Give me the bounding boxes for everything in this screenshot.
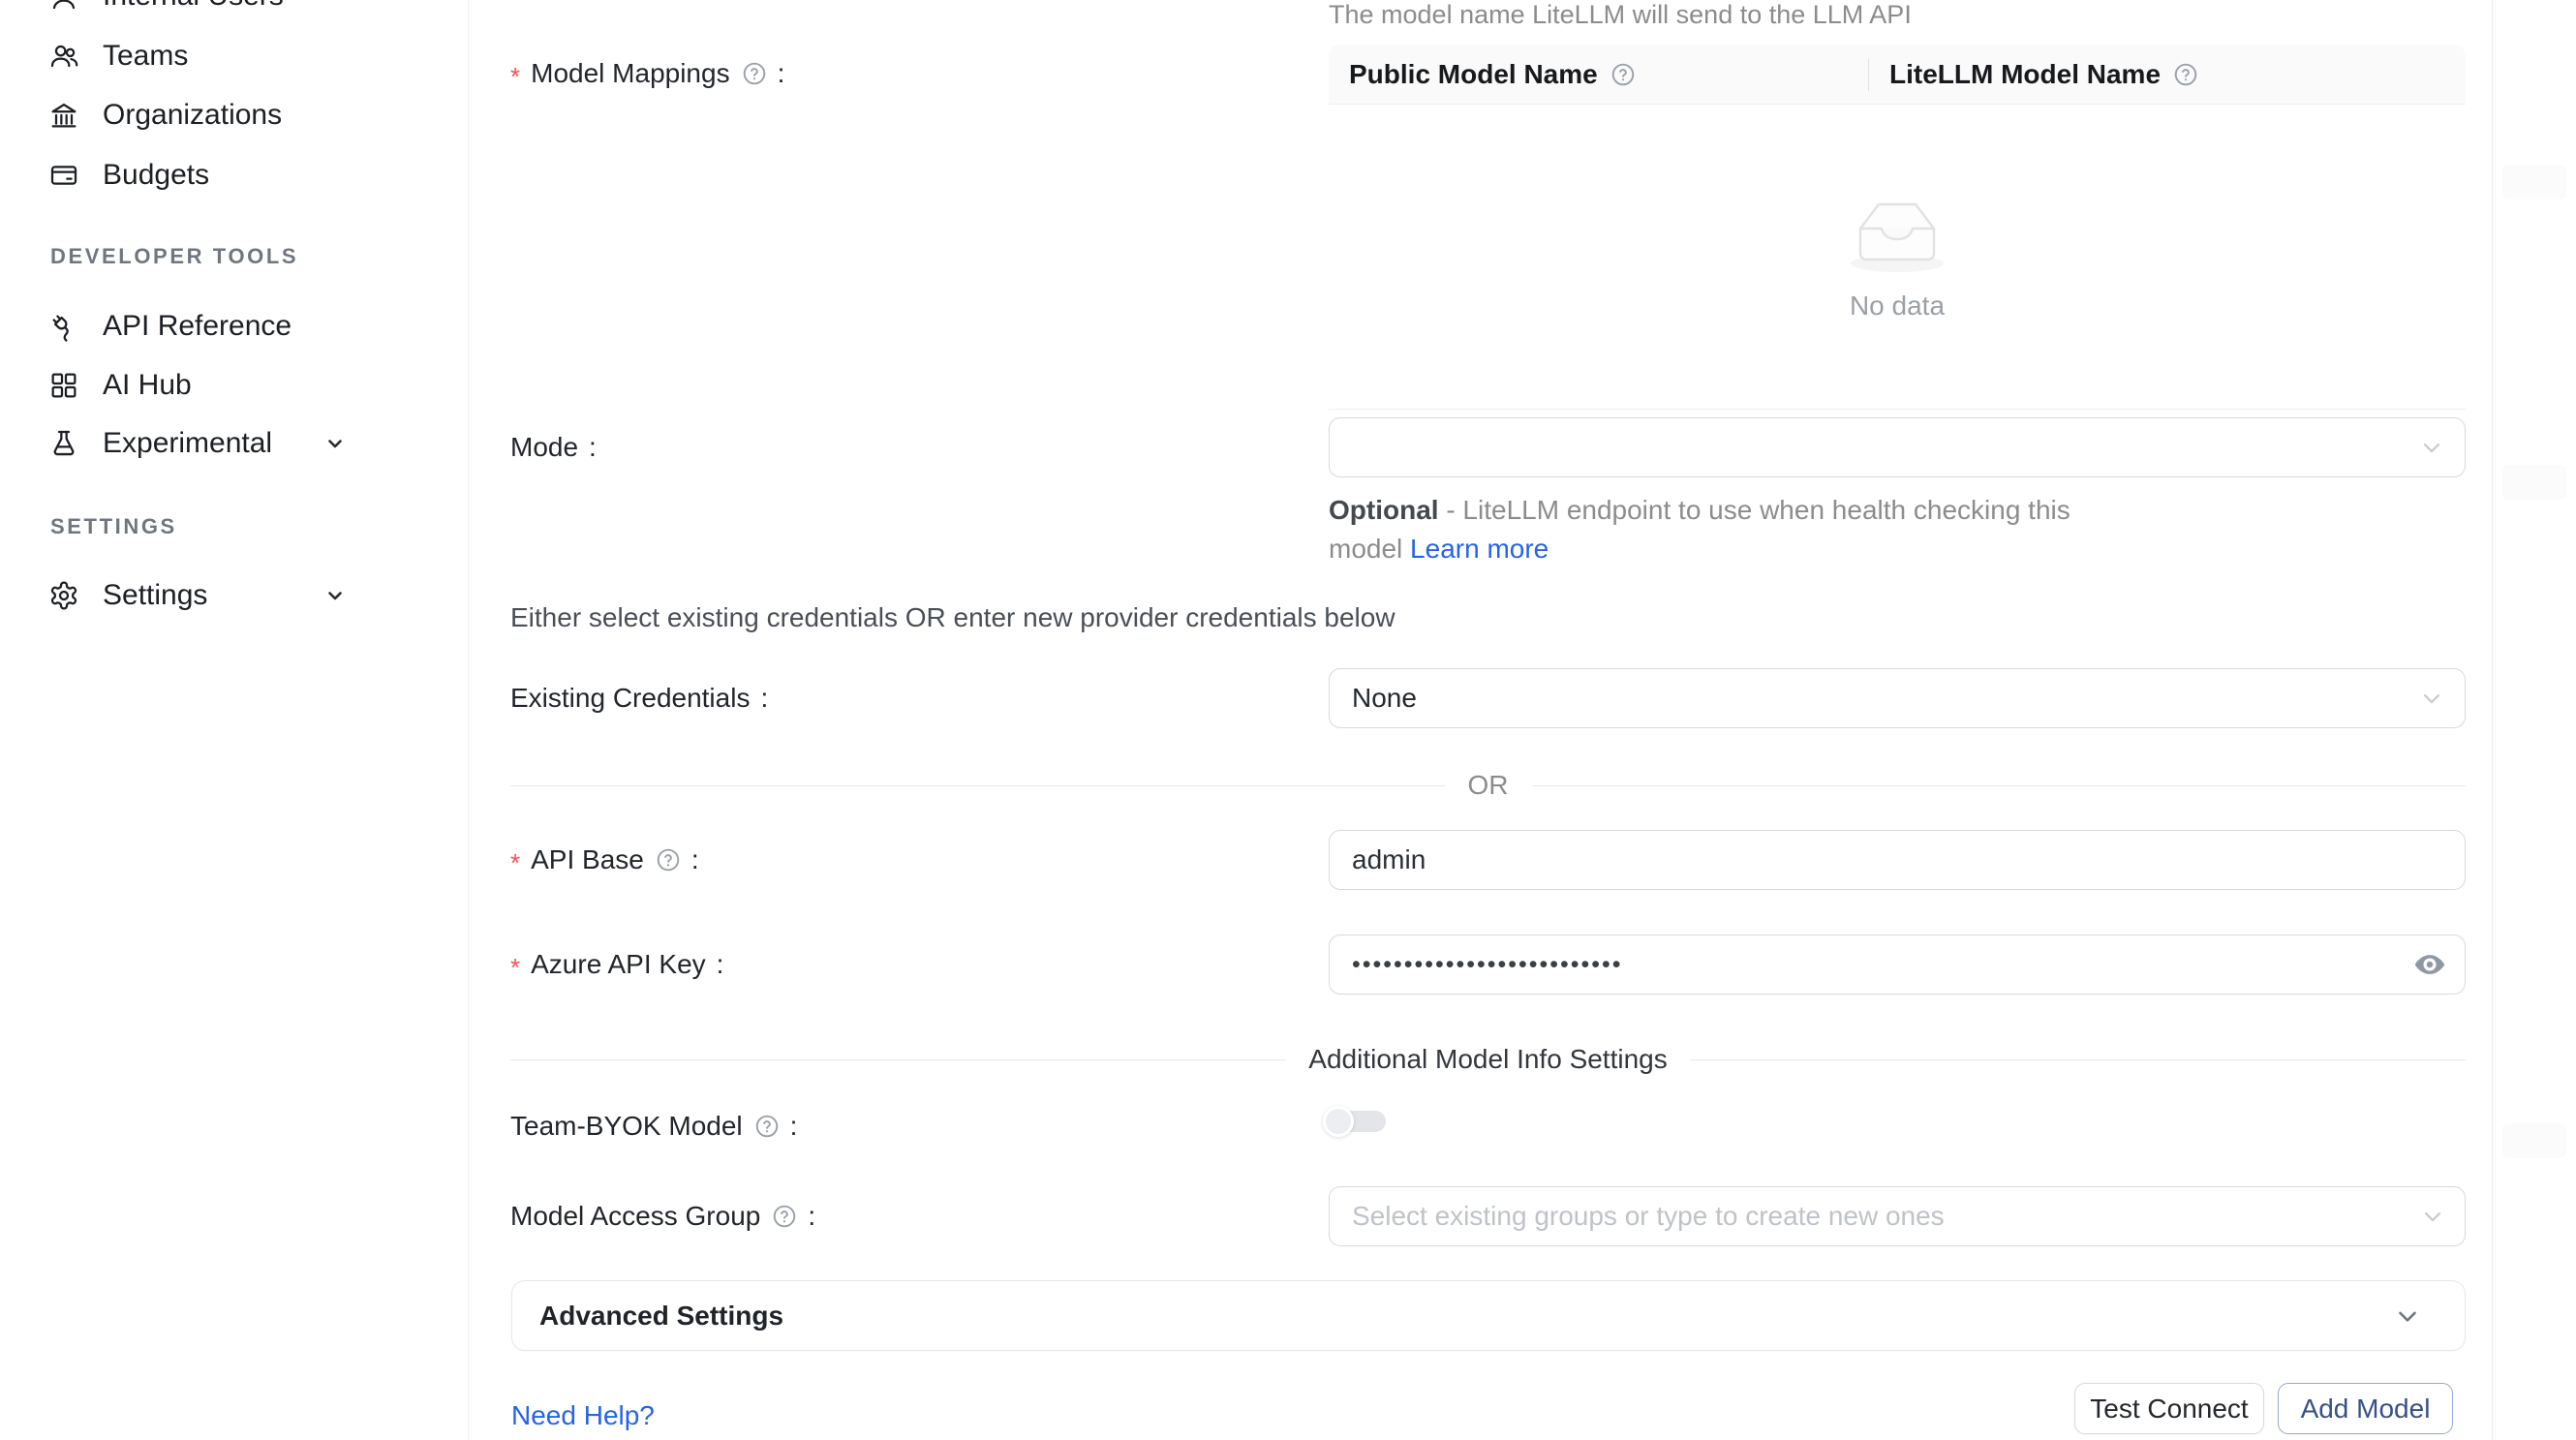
chevron-down-icon — [2418, 434, 2445, 461]
advanced-settings-label: Advanced Settings — [539, 1301, 783, 1332]
or-divider-label: OR — [1468, 770, 1509, 801]
info-settings-divider: Additional Model Info Settings — [510, 1040, 2466, 1079]
flask-icon — [48, 428, 79, 459]
sidebar-section-settings: SETTINGS — [50, 514, 177, 539]
existing-credentials-label: Existing Credentials : — [510, 679, 768, 718]
sidebar-item-label: Budgets — [103, 159, 209, 192]
required-asterisk: * — [510, 848, 520, 878]
empty-inbox-icon — [1848, 192, 1947, 275]
sidebar-item-experimental[interactable]: Experimental — [48, 420, 436, 467]
table-header-row: Public Model Name LiteLLM Model Name — [1329, 45, 2466, 105]
api-base-input[interactable] — [1329, 830, 2466, 890]
chevron-down-icon — [2393, 1302, 2422, 1331]
user-icon — [48, 0, 79, 12]
model-name-helper-text: The model name LiteLLM will send to the … — [1329, 0, 1912, 30]
sidebar-item-internal-users[interactable]: Internal Users — [48, 0, 436, 19]
info-settings-divider-label: Additional Model Info Settings — [1308, 1044, 1667, 1075]
model-access-group-label: Model Access Group : — [510, 1197, 815, 1236]
model-access-group-input[interactable] — [1329, 1186, 2466, 1246]
sidebar-item-api-reference[interactable]: API Reference — [48, 303, 436, 350]
sidebar: Internal Users Teams Organizations Budge… — [0, 0, 469, 1440]
right-panel-edge — [2492, 0, 2576, 1440]
help-circle-icon[interactable] — [772, 1204, 797, 1229]
credentials-note: Either select existing credentials OR en… — [510, 602, 1395, 633]
credit-card-icon — [48, 160, 79, 191]
existing-credentials-value: None — [1352, 683, 1417, 714]
sidebar-item-label: Teams — [103, 40, 188, 73]
chevron-down-icon — [323, 432, 347, 455]
advanced-settings-panel[interactable]: Advanced Settings — [511, 1280, 2466, 1351]
help-circle-icon[interactable] — [2173, 62, 2198, 87]
sidebar-item-ai-hub[interactable]: AI Hub — [48, 362, 436, 409]
api-base-label: * API Base : — [510, 841, 699, 879]
sidebar-item-organizations[interactable]: Organizations — [48, 92, 436, 138]
team-byok-label: Team-BYOK Model : — [510, 1107, 797, 1146]
bank-icon — [48, 100, 79, 131]
help-circle-icon[interactable] — [656, 847, 681, 873]
sidebar-item-label: Organizations — [103, 99, 282, 132]
model-mappings-table: Public Model Name LiteLLM Model Name — [1329, 45, 2466, 410]
help-circle-icon[interactable] — [742, 61, 767, 86]
sidebar-item-label: Settings — [103, 579, 207, 612]
chevron-down-icon — [2418, 685, 2445, 712]
azure-api-key-label: * Azure API Key : — [510, 945, 723, 984]
add-model-button[interactable]: Add Model — [2278, 1383, 2453, 1434]
model-mappings-label: * Model Mappings : — [510, 54, 784, 93]
azure-api-key-field — [1329, 934, 2466, 995]
table-empty-state: No data — [1329, 105, 2466, 409]
app-root: Internal Users Teams Organizations Budge… — [0, 0, 2576, 1440]
sidebar-item-label: AI Hub — [103, 369, 192, 402]
required-asterisk: * — [510, 953, 520, 983]
sidebar-item-teams[interactable]: Teams — [48, 33, 436, 79]
help-circle-icon[interactable] — [1610, 62, 1636, 87]
column-header-public-model-name: Public Model Name — [1329, 45, 1869, 104]
users-icon — [48, 41, 79, 72]
column-header-litellm-model-name: LiteLLM Model Name — [1869, 45, 2198, 104]
api-base-field — [1329, 830, 2466, 890]
gear-icon — [48, 580, 79, 611]
plug-icon — [48, 311, 79, 342]
chevron-down-icon — [2419, 1203, 2446, 1230]
mode-select[interactable] — [1329, 417, 2466, 477]
test-connect-button[interactable]: Test Connect — [2074, 1383, 2264, 1434]
grid-icon — [48, 370, 79, 401]
sidebar-item-budgets[interactable]: Budgets — [48, 152, 436, 199]
learn-more-link[interactable]: Learn more — [1410, 534, 1549, 564]
sidebar-item-settings[interactable]: Settings — [48, 572, 436, 619]
mode-help-text: Optional - LiteLLM endpoint to use when … — [1329, 491, 2113, 568]
sidebar-item-label: API Reference — [103, 310, 291, 343]
sidebar-section-developer-tools: DEVELOPER TOOLS — [50, 244, 298, 269]
required-asterisk: * — [510, 62, 520, 92]
help-circle-icon[interactable] — [754, 1114, 780, 1139]
no-data-text: No data — [1850, 291, 1945, 322]
need-help-link[interactable]: Need Help? — [511, 1400, 655, 1431]
model-access-group-field — [1329, 1186, 2466, 1246]
or-divider: OR — [510, 766, 2466, 805]
sidebar-item-label: Experimental — [103, 427, 272, 460]
sidebar-item-label: Internal Users — [103, 0, 284, 13]
eye-icon[interactable] — [2413, 948, 2446, 981]
team-byok-toggle[interactable] — [1323, 1106, 1387, 1137]
azure-api-key-input[interactable] — [1329, 934, 2466, 995]
chevron-down-icon — [323, 584, 347, 607]
existing-credentials-select[interactable]: None — [1329, 668, 2466, 728]
mode-label: Mode : — [510, 428, 597, 467]
